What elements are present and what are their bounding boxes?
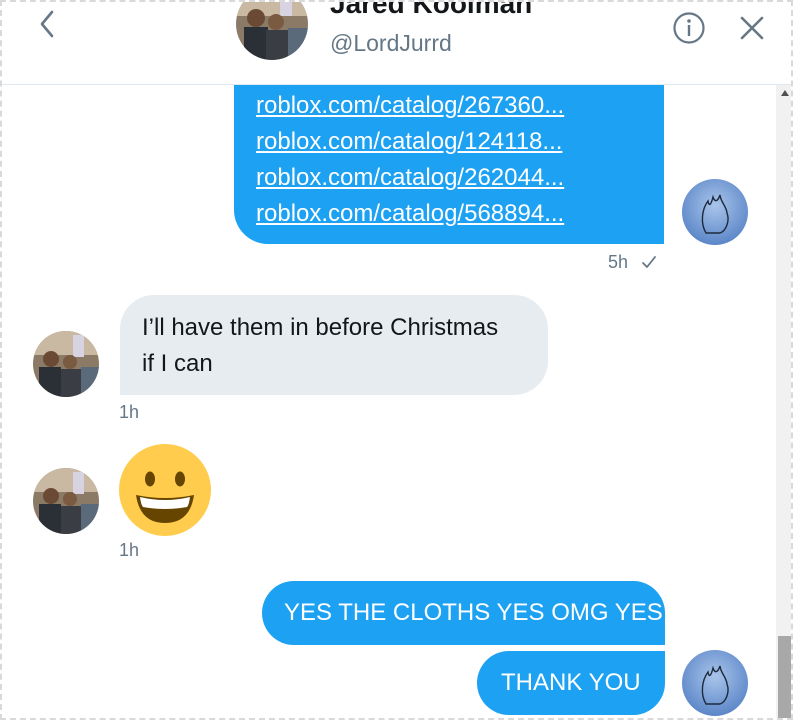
contact-name[interactable]: Jared Kooiman <box>330 2 532 20</box>
catalog-link-4[interactable]: roblox.com/catalog/568894... <box>256 196 664 232</box>
contact-handle[interactable]: @LordJurrd <box>330 30 452 57</box>
dm-conversation-window: Jared Kooiman @LordJurrd roblox.com/cata… <box>0 0 793 720</box>
message-text: YES THE CLOTHS YES OMG YES <box>284 599 663 626</box>
close-button[interactable] <box>738 14 766 42</box>
message-bubble-outgoing: YES THE CLOTHS YES OMG YES <box>262 581 665 645</box>
grinning-face-emoji <box>119 444 211 536</box>
catalog-link-2[interactable]: roblox.com/catalog/124118... <box>256 124 664 160</box>
message-bubble-links: roblox.com/catalog/267360... roblox.com/… <box>234 62 664 244</box>
close-icon <box>740 16 764 40</box>
catalog-link-3[interactable]: roblox.com/catalog/262044... <box>256 160 664 196</box>
chevron-left-icon <box>40 10 54 38</box>
message-text: THANK YOU <box>501 669 641 696</box>
contact-message-avatar[interactable] <box>33 331 99 397</box>
my-avatar[interactable] <box>682 179 748 245</box>
conversation-header: Jared Kooiman @LordJurrd <box>2 2 791 85</box>
message-timestamp: 1h <box>119 402 140 422</box>
my-avatar[interactable] <box>682 650 748 716</box>
contact-avatar[interactable] <box>236 2 308 60</box>
info-button[interactable] <box>672 11 706 45</box>
info-circle-icon <box>673 12 705 44</box>
back-button[interactable] <box>32 6 68 42</box>
scrollbar-thumb[interactable] <box>778 636 791 718</box>
message-timestamp: 5h <box>608 252 629 272</box>
message-bubble-incoming: I’ll have them in before Christmas if I … <box>120 295 548 395</box>
contact-message-avatar[interactable] <box>33 468 99 534</box>
catalog-link-1[interactable]: roblox.com/catalog/267360... <box>256 88 664 124</box>
scroll-up-arrow-icon[interactable] <box>781 90 789 96</box>
check-icon <box>642 256 656 268</box>
message-bubble-outgoing: THANK YOU <box>477 651 665 715</box>
message-text-line-1: I’ll have them in before Christmas <box>142 314 499 341</box>
scrollbar[interactable] <box>776 84 791 718</box>
message-timestamp: 1h <box>119 540 140 560</box>
message-text-line-2: if I can <box>142 350 213 377</box>
